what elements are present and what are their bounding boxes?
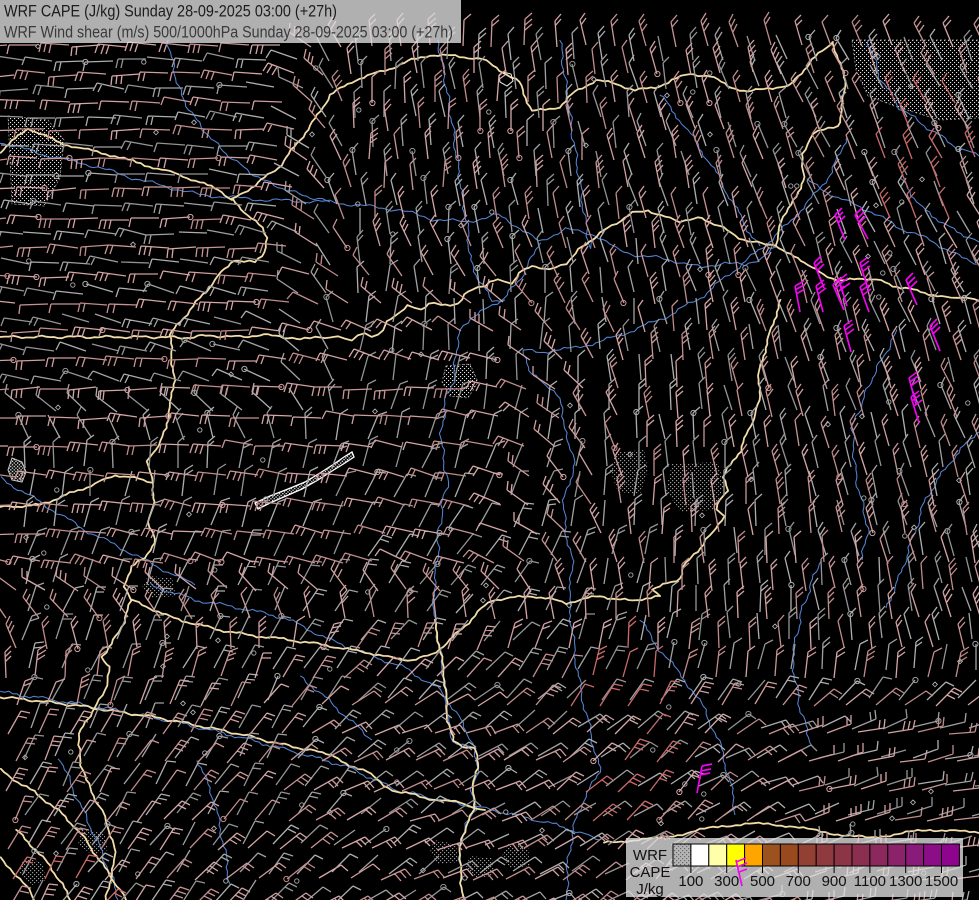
svg-text:500: 500 [750,873,775,890]
svg-text:700: 700 [786,873,811,890]
svg-text:300: 300 [714,873,739,890]
svg-text:900: 900 [822,873,847,890]
svg-text:WRF: WRF [633,847,667,864]
svg-text:100: 100 [678,873,703,890]
svg-text:CAPE: CAPE [630,864,671,881]
svg-text:WRF Wind shear (m/s) 500/1000h: WRF Wind shear (m/s) 500/1000hPa Sunday … [4,23,453,42]
svg-text:1300: 1300 [889,873,922,890]
svg-text:1500: 1500 [925,873,958,890]
svg-text:J/kg: J/kg [636,881,664,898]
svg-text:1100: 1100 [854,873,886,890]
svg-text:WRF CAPE (J/kg) Sunday 28-09-2: WRF CAPE (J/kg) Sunday 28-09-2025 03:00 … [4,2,337,21]
